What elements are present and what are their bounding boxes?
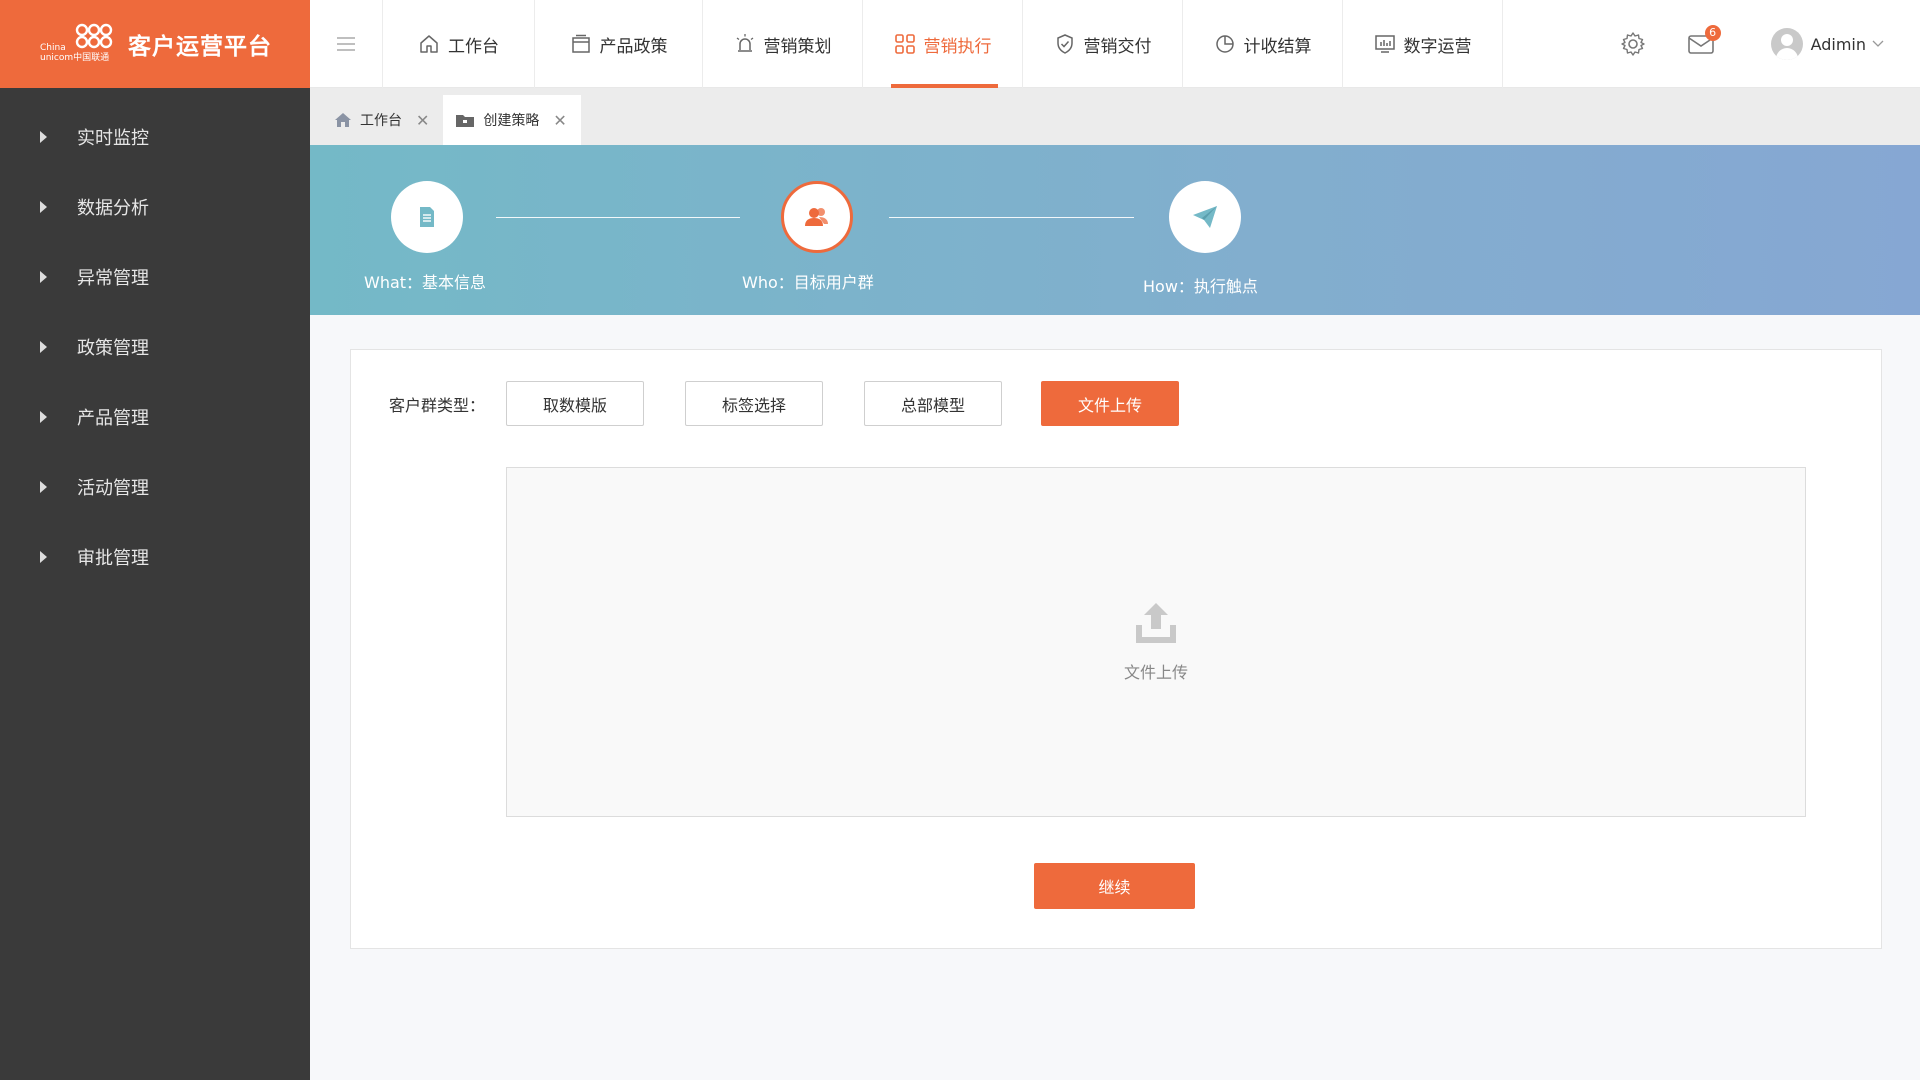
sidebar-item-policy-mgmt[interactable]: 政策管理: [0, 312, 310, 382]
app-title: 客户运营平台: [128, 34, 272, 60]
sidebar-item-product-mgmt[interactable]: 产品管理: [0, 382, 310, 452]
type-option-hq-model[interactable]: 总部模型: [864, 381, 1002, 426]
strategy-steps: What：基本信息 Who：目标用户群 How：执行触点: [310, 145, 1920, 315]
sidebar-item-exception-mgmt[interactable]: 异常管理: [0, 242, 310, 312]
page-tab-create-strategy[interactable]: 创建策略 ✕: [443, 95, 581, 145]
tab-label: 数字运营: [1403, 36, 1472, 57]
caret-right-icon: [40, 551, 47, 563]
avatar: [1770, 28, 1803, 60]
sidebar-item-label: 数据分析: [77, 198, 149, 219]
type-option-file-upload[interactable]: 文件上传: [1041, 381, 1179, 426]
sidebar-item-data-analysis[interactable]: 数据分析: [0, 172, 310, 242]
tab-workbench[interactable]: 工作台: [383, 0, 535, 88]
step-connector: [889, 217, 1134, 218]
sidebar-item-approval-mgmt[interactable]: 审批管理: [0, 522, 310, 592]
sidebar-item-label: 异常管理: [77, 268, 149, 289]
chevron-down-icon: [1872, 40, 1884, 47]
top-header: 工作台 产品政策 营销策划 营销执行 营销交付 计收结算 数字运营 6 Adim…: [310, 0, 1920, 88]
tab-label: 营销执行: [923, 36, 992, 57]
tab-marketing-execution[interactable]: 营销执行: [863, 0, 1023, 88]
tab-label: 工作台: [448, 36, 499, 57]
step-who-circle[interactable]: [781, 181, 853, 253]
close-icon[interactable]: ✕: [416, 111, 429, 130]
sidebar-item-realtime-monitor[interactable]: 实时监控: [0, 102, 310, 172]
page-tab-label: 创建策略: [483, 113, 540, 129]
users-icon: [805, 208, 828, 226]
logo-text-unicom: unicom中国联通: [40, 53, 110, 63]
unicom-logo: China unicom中国联通: [40, 22, 124, 66]
step-connector: [496, 217, 740, 218]
sidebar-item-label: 活动管理: [77, 478, 149, 499]
sidebar-item-label: 政策管理: [77, 338, 149, 359]
tab-label: 营销交付: [1083, 36, 1152, 57]
step-how-circle[interactable]: [1169, 181, 1241, 253]
sidebar-item-label: 产品管理: [77, 408, 149, 429]
page-tab-workbench[interactable]: 工作台 ✕: [322, 95, 443, 145]
grid-icon: [894, 34, 915, 54]
close-icon[interactable]: ✕: [553, 111, 566, 130]
hamburger-icon: [337, 37, 355, 51]
step-who-label: Who：目标用户群: [742, 273, 874, 292]
tab-billing-settlement[interactable]: 计收结算: [1183, 0, 1343, 88]
continue-button[interactable]: 继续: [1034, 863, 1195, 909]
user-menu[interactable]: Adimin: [1770, 28, 1884, 60]
monitor-icon: [1374, 35, 1395, 53]
step-what-label: What：基本信息: [364, 273, 487, 292]
step-what-circle[interactable]: [391, 181, 463, 253]
paper-plane-icon: [1193, 206, 1217, 228]
pie-icon: [1215, 35, 1234, 53]
caret-right-icon: [40, 341, 47, 353]
upload-icon: [1136, 603, 1176, 643]
mail-badge: 6: [1704, 25, 1721, 41]
sidebar: China unicom中国联通 客户运营平台 实时监控 数据分析 异常管理 政…: [0, 0, 310, 1080]
document-icon: [420, 207, 434, 227]
upload-text: 文件上传: [1123, 663, 1188, 682]
caret-right-icon: [40, 201, 47, 213]
shield-icon: [1056, 34, 1073, 54]
mail-button[interactable]: 6: [1681, 24, 1721, 64]
gear-icon: [1620, 32, 1645, 56]
tab-marketing-plan[interactable]: 营销策划: [703, 0, 863, 88]
caret-right-icon: [40, 411, 47, 423]
folder-icon: [456, 115, 475, 127]
sidebar-item-label: 实时监控: [77, 128, 149, 149]
menu-toggle-button[interactable]: [310, 0, 383, 88]
lamp-icon: [736, 34, 753, 52]
target-users-form: 客户群类型： 取数模版 标签选择 总部模型 文件上传 文件上传 继续: [350, 349, 1882, 949]
type-option-tag-select[interactable]: 标签选择: [685, 381, 823, 426]
file-upload-dropzone[interactable]: 文件上传: [506, 467, 1806, 817]
sidebar-nav: 实时监控 数据分析 异常管理 政策管理 产品管理 活动管理 审批管理: [0, 88, 310, 592]
logo-text-china: China: [40, 43, 66, 53]
page-tabs-bar: 工作台 ✕ 创建策略 ✕: [310, 88, 1920, 145]
tab-label: 计收结算: [1243, 36, 1312, 57]
tab-digital-operation[interactable]: 数字运营: [1343, 0, 1503, 88]
page-tab-label: 工作台: [360, 113, 402, 129]
user-name: Adimin: [1810, 34, 1866, 54]
tab-label: 营销策划: [763, 36, 832, 57]
step-how-label: How：执行触点: [1143, 277, 1258, 296]
sidebar-item-label: 审批管理: [77, 548, 149, 569]
customer-group-type-label: 客户群类型：: [389, 396, 486, 415]
type-option-data-template[interactable]: 取数模版: [506, 381, 644, 426]
tab-product-policy[interactable]: 产品政策: [535, 0, 703, 88]
brand-header[interactable]: China unicom中国联通 客户运营平台: [0, 0, 310, 88]
settings-button[interactable]: [1613, 24, 1653, 64]
home-icon: [335, 113, 351, 127]
home-icon: [420, 35, 438, 53]
box-icon: [571, 34, 590, 53]
tab-marketing-delivery[interactable]: 营销交付: [1023, 0, 1183, 88]
caret-right-icon: [40, 271, 47, 283]
header-actions: 6 Adimin: [1613, 0, 1920, 88]
caret-right-icon: [40, 131, 47, 143]
tab-label: 产品政策: [599, 36, 668, 57]
sidebar-item-activity-mgmt[interactable]: 活动管理: [0, 452, 310, 522]
caret-right-icon: [40, 481, 47, 493]
